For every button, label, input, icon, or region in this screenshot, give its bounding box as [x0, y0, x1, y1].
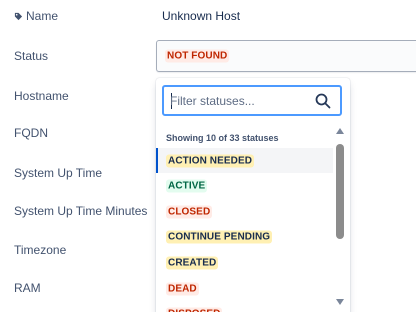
- uptime-field-label: System Up Time: [14, 166, 103, 180]
- status-option[interactable]: DEAD: [156, 276, 333, 301]
- status-option-lozenge: CREATED: [166, 256, 219, 270]
- status-current-lozenge: NOT FOUND: [165, 49, 230, 63]
- status-field-label: Status: [14, 49, 49, 63]
- status-option[interactable]: CLOSED: [156, 199, 333, 224]
- timezone-field-label: Timezone: [14, 243, 67, 257]
- status-option-lozenge: ACTION NEEDED: [166, 154, 255, 167]
- tag-icon: [14, 12, 23, 20]
- scroll-down-arrow-icon[interactable]: [336, 299, 344, 305]
- results-count-text: Showing 10 of 33 statuses: [166, 133, 279, 143]
- scrollbar-thumb[interactable]: [336, 144, 344, 239]
- status-dropdown: Showing 10 of 33 statuses ACTION NEEDED A…: [156, 78, 350, 312]
- status-option-lozenge: CONTINUE PENDING: [166, 230, 273, 244]
- status-option[interactable]: DISPOSED: [156, 302, 333, 312]
- scroll-up-arrow-icon[interactable]: [336, 128, 344, 134]
- fqdn-field-label: FQDN: [14, 126, 48, 140]
- status-option[interactable]: CONTINUE PENDING: [156, 225, 333, 250]
- status-select[interactable]: NOT FOUND: [156, 40, 416, 72]
- status-option[interactable]: CREATED: [156, 250, 333, 275]
- hostname-field-label: Hostname: [14, 89, 69, 103]
- status-option[interactable]: ACTION NEEDED: [156, 148, 333, 173]
- status-option-lozenge: ACTIVE: [166, 179, 208, 193]
- name-field-label: Name: [14, 9, 58, 23]
- host-detail-panel: Name Unknown Host Status NOT FOUND Hostn…: [0, 0, 416, 312]
- name-value[interactable]: Unknown Host: [162, 9, 240, 23]
- status-search-input[interactable]: [170, 92, 310, 110]
- name-label-text: Name: [26, 9, 59, 23]
- status-option[interactable]: ACTIVE: [156, 174, 333, 199]
- status-option-lozenge: DISPOSED: [166, 307, 223, 312]
- ram-field-label: RAM: [14, 281, 41, 295]
- status-option-lozenge: CLOSED: [166, 205, 213, 219]
- status-search-box[interactable]: [162, 85, 342, 116]
- status-option-lozenge: DEAD: [166, 282, 199, 295]
- uptime-minutes-field-label: System Up Time Minutes: [14, 204, 148, 218]
- search-icon[interactable]: [315, 93, 331, 109]
